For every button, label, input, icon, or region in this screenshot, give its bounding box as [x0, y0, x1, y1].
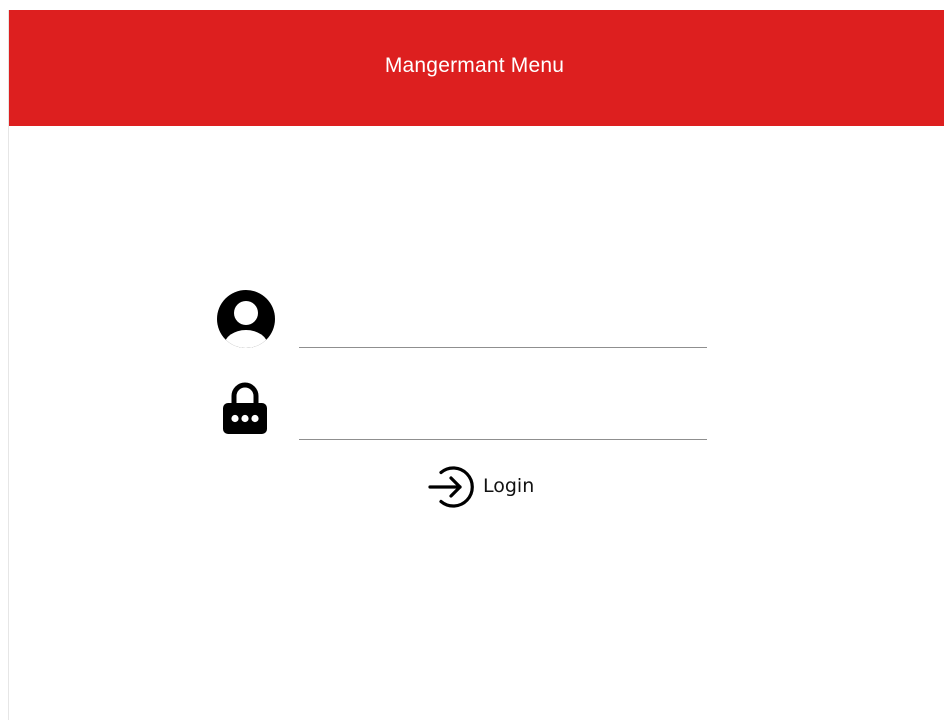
app-window: Mangermant Menu Login: [8, 10, 944, 720]
username-field[interactable]: [299, 308, 707, 348]
header-title: Mangermant Menu: [384, 54, 565, 77]
login-button-label: Login: [483, 475, 535, 497]
login-button[interactable]: Login: [427, 462, 534, 512]
lock-icon: [223, 382, 267, 434]
password-field[interactable]: [299, 400, 707, 440]
user-avatar-icon: [217, 290, 275, 348]
app-header: Mangermant Menu: [9, 10, 944, 126]
login-arrow-icon: [428, 466, 474, 508]
